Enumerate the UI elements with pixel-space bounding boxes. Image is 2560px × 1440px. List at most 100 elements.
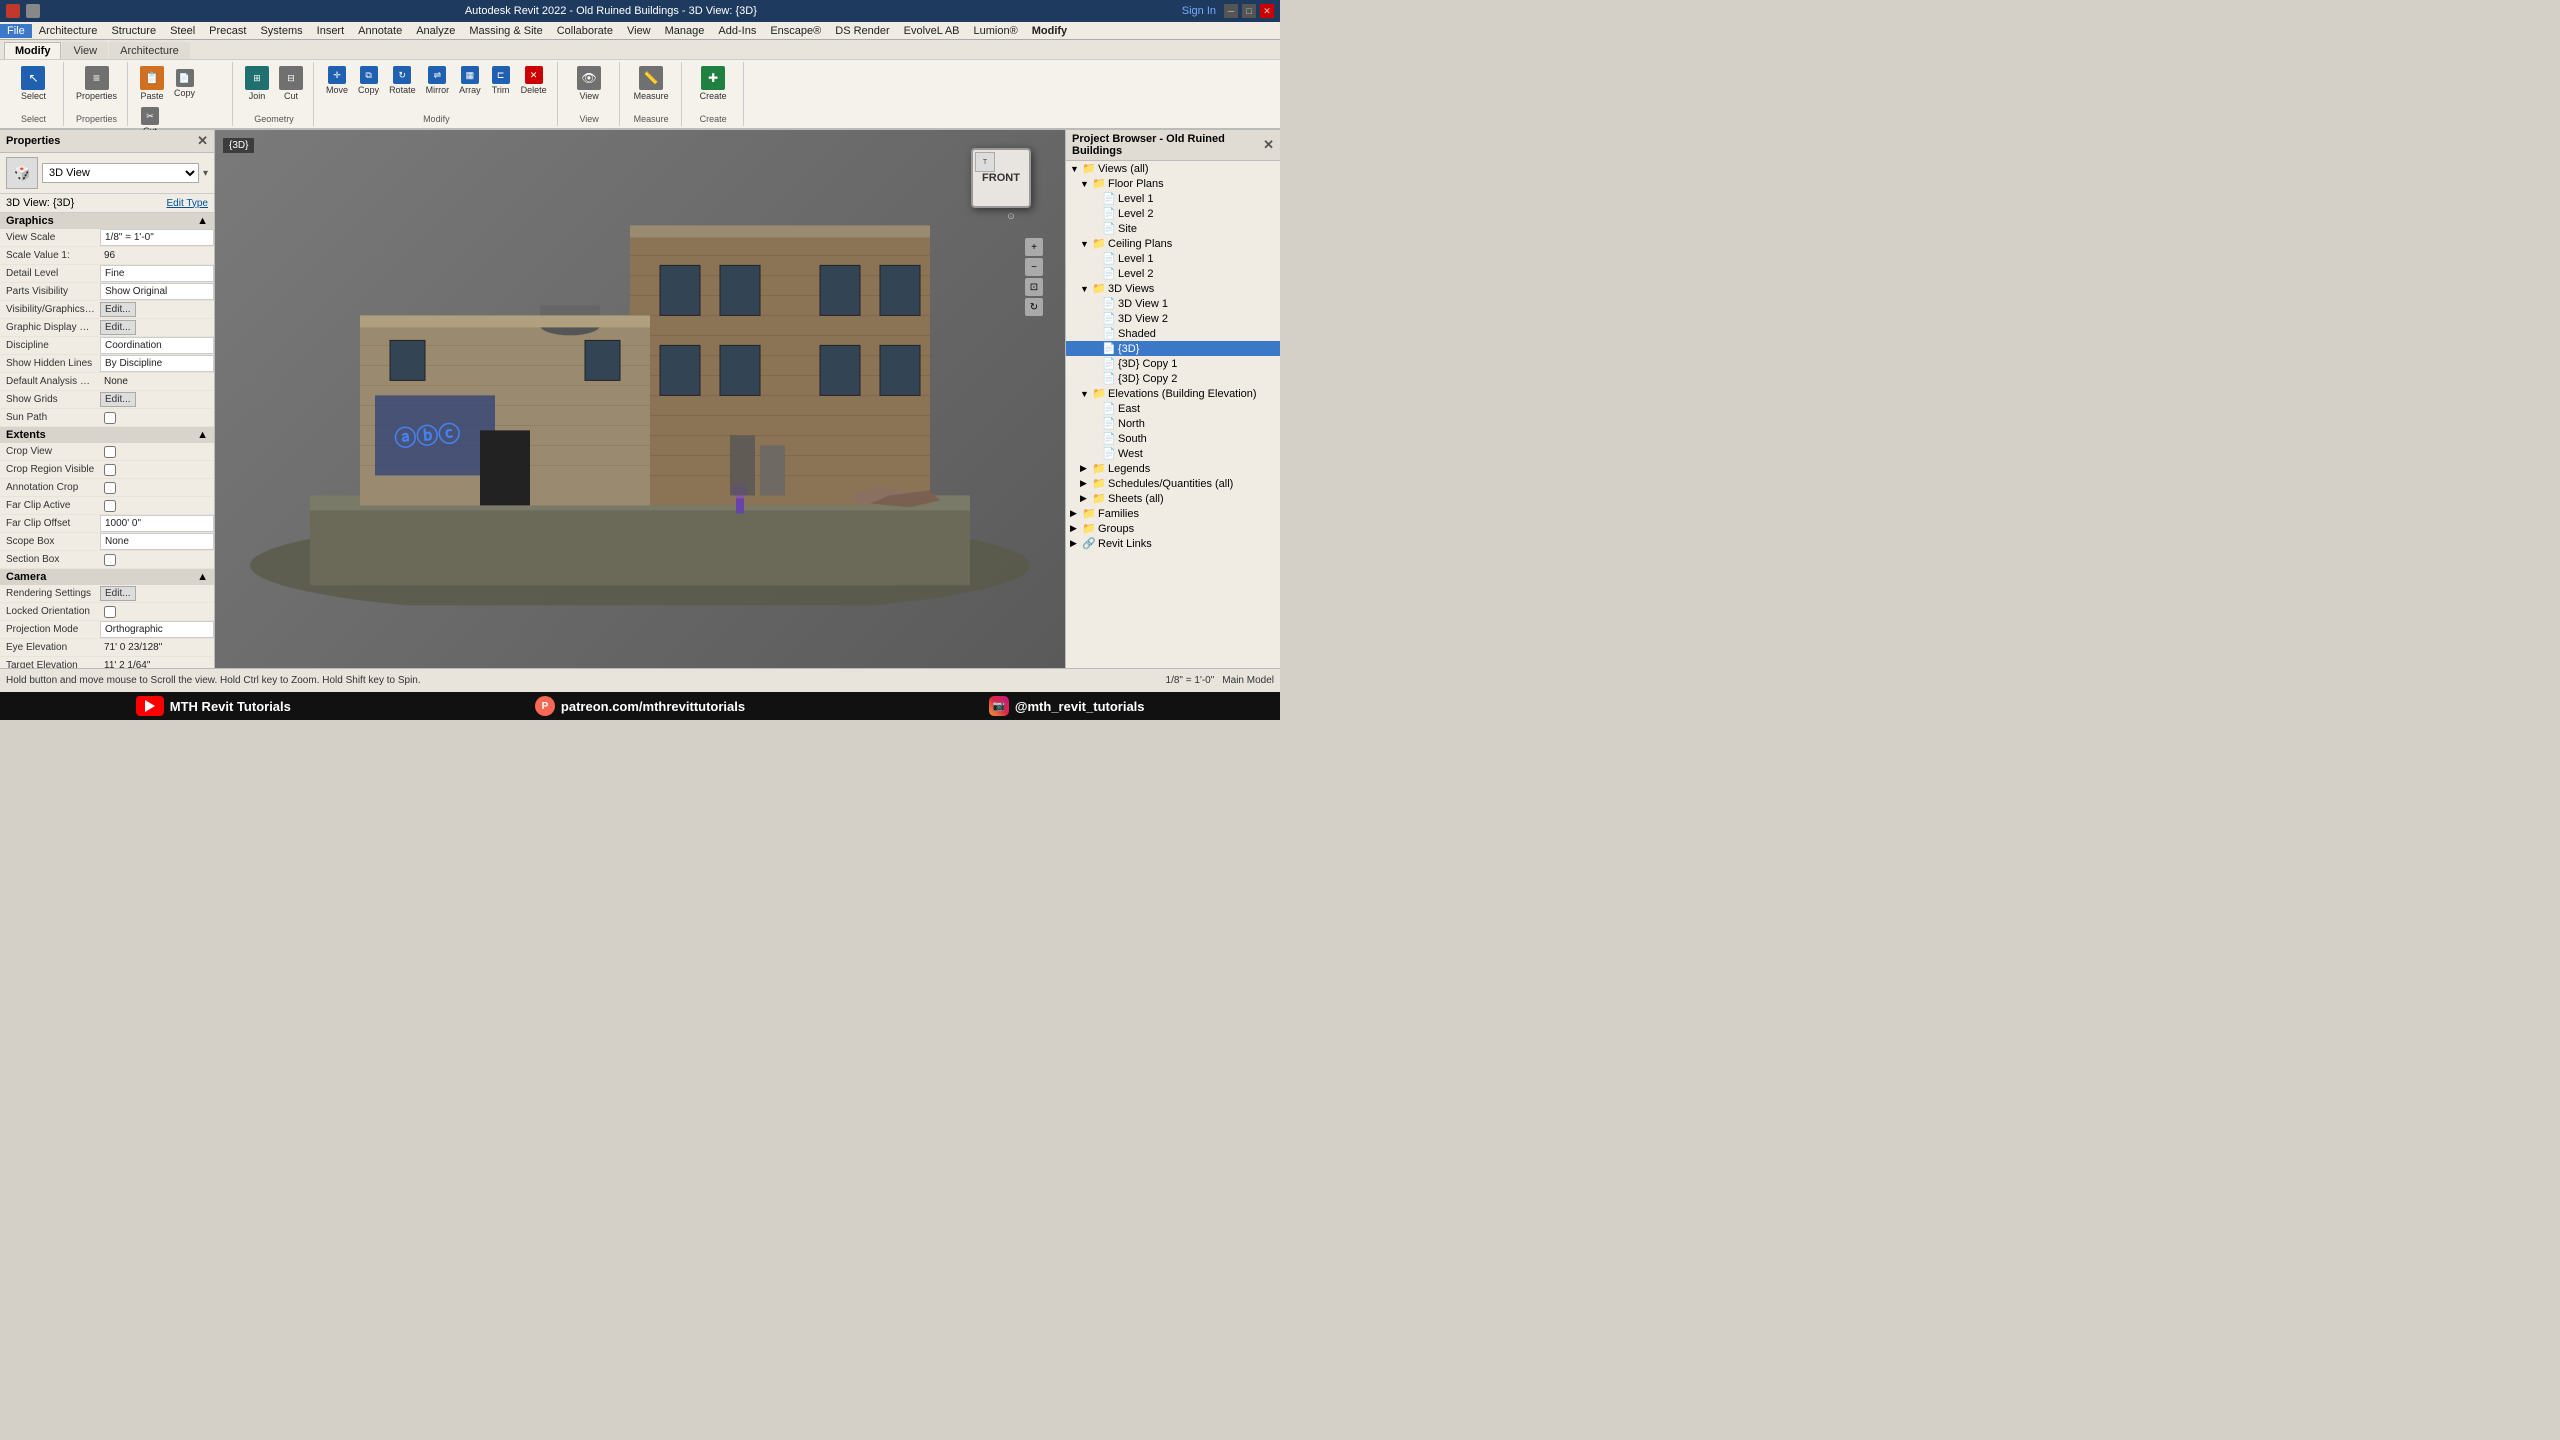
- zoom-out-button[interactable]: −: [1025, 258, 1043, 276]
- menu-structure[interactable]: Structure: [104, 24, 163, 38]
- menu-architecture[interactable]: Architecture: [32, 24, 105, 38]
- sun-path-checkbox[interactable]: [104, 412, 116, 424]
- zoom-fit-button[interactable]: ⊡: [1025, 278, 1043, 296]
- project-browser-close[interactable]: ✕: [1263, 137, 1274, 153]
- trim-button[interactable]: ⊏ Trim: [487, 64, 515, 97]
- paste-button[interactable]: 📋 Paste: [136, 64, 168, 103]
- minimize-button[interactable]: ─: [1224, 4, 1238, 18]
- join-button[interactable]: ⊞ Join: [241, 64, 273, 103]
- array-button[interactable]: ▦ Array: [455, 64, 485, 97]
- tree-item-elevations[interactable]: ▼ 📁 Elevations (Building Elevation): [1066, 386, 1280, 401]
- ribbon-content: ↖ Select Select ≡ Properties Properties …: [0, 60, 1280, 128]
- tree-item-south[interactable]: 📄 South: [1066, 431, 1280, 446]
- tree-item-3d-copy2[interactable]: 📄 {3D} Copy 2: [1066, 371, 1280, 386]
- viewport[interactable]: {3D}: [215, 130, 1065, 668]
- tab-architecture[interactable]: Architecture: [109, 42, 190, 59]
- tree-item-level2-floor[interactable]: 📄 Level 2: [1066, 206, 1280, 221]
- tree-item-3dview1[interactable]: 📄 3D View 1: [1066, 296, 1280, 311]
- measure-button[interactable]: 📏 Measure: [630, 64, 673, 103]
- copy-modify-button[interactable]: ⧉ Copy: [354, 64, 383, 97]
- tree-item-legends[interactable]: ▶ 📁 Legends: [1066, 461, 1280, 476]
- delete-button[interactable]: ✕ Delete: [517, 64, 551, 97]
- menu-annotate[interactable]: Annotate: [351, 24, 409, 38]
- graphic-display-edit-button[interactable]: Edit...: [100, 320, 136, 335]
- prop-visibility-graphics: Visibility/Graphics Ov... Edit...: [0, 301, 214, 319]
- maximize-button[interactable]: □: [1242, 4, 1256, 18]
- prop-hidden-lines: Show Hidden Lines By Discipline: [0, 355, 214, 373]
- tree-item-west[interactable]: 📄 West: [1066, 446, 1280, 461]
- menu-enscape[interactable]: Enscape®: [763, 24, 828, 38]
- tree-item-3d-copy1[interactable]: 📄 {3D} Copy 1: [1066, 356, 1280, 371]
- crop-region-visible-checkbox[interactable]: [104, 464, 116, 476]
- properties-ribbon-button[interactable]: ≡ Properties: [72, 64, 121, 103]
- menu-precast[interactable]: Precast: [202, 24, 253, 38]
- prop-scale-value: Scale Value 1: 96: [0, 247, 214, 265]
- tree-item-3dview2[interactable]: 📄 3D View 2: [1066, 311, 1280, 326]
- tree-item-schedules[interactable]: ▶ 📁 Schedules/Quantities (all): [1066, 476, 1280, 491]
- tree-item-3d-views[interactable]: ▼ 📁 3D Views: [1066, 281, 1280, 296]
- section-graphics[interactable]: Graphics ▲: [0, 213, 214, 229]
- tree-item-site[interactable]: 📄 Site: [1066, 221, 1280, 236]
- tree-item-families[interactable]: ▶ 📁 Families: [1066, 506, 1280, 521]
- create-button[interactable]: ✚ Create: [696, 64, 731, 103]
- menu-manage[interactable]: Manage: [658, 24, 712, 38]
- cut-geometry-button[interactable]: ⊟ Cut: [275, 64, 307, 103]
- annotation-crop-checkbox[interactable]: [104, 482, 116, 494]
- menu-steel[interactable]: Steel: [163, 24, 202, 38]
- view-ribbon-button[interactable]: 👁 View: [573, 64, 605, 103]
- edit-type-button[interactable]: Edit Type: [166, 198, 208, 209]
- properties-close-button[interactable]: ✕: [197, 133, 208, 149]
- close-button[interactable]: ✕: [1260, 4, 1274, 18]
- tree-item-shaded[interactable]: 📄 Shaded: [1066, 326, 1280, 341]
- crop-view-checkbox[interactable]: [104, 446, 116, 458]
- tree-item-ceiling-plans[interactable]: ▼ 📁 Ceiling Plans: [1066, 236, 1280, 251]
- tree-item-revit-links[interactable]: ▶ 🔗 Revit Links: [1066, 536, 1280, 551]
- sign-in-link[interactable]: Sign In: [1182, 5, 1216, 17]
- menu-file[interactable]: File: [0, 24, 32, 38]
- menu-dsrender[interactable]: DS Render: [828, 24, 896, 38]
- tree-item-3d-current[interactable]: 📄 {3D}: [1066, 341, 1280, 356]
- prop-crop-region-visible: Crop Region Visible: [0, 461, 214, 479]
- section-camera[interactable]: Camera ▲: [0, 569, 214, 585]
- menu-collaborate[interactable]: Collaborate: [550, 24, 620, 38]
- visibility-edit-button[interactable]: Edit...: [100, 302, 136, 317]
- prop-view-scale: View Scale 1/8" = 1'-0": [0, 229, 214, 247]
- far-clip-active-checkbox[interactable]: [104, 500, 116, 512]
- section-extents[interactable]: Extents ▲: [0, 427, 214, 443]
- mirror-button[interactable]: ⇌ Mirror: [422, 64, 454, 97]
- tree-item-sheets[interactable]: ▶ 📁 Sheets (all): [1066, 491, 1280, 506]
- tab-view[interactable]: View: [62, 42, 108, 59]
- rotate-button[interactable]: ↻ Rotate: [385, 64, 420, 97]
- tree-item-east[interactable]: 📄 East: [1066, 401, 1280, 416]
- menu-modify[interactable]: Modify: [1025, 24, 1074, 38]
- rendering-settings-edit-button[interactable]: Edit...: [100, 586, 136, 601]
- menu-evolvelab[interactable]: EvolveL AB: [897, 24, 967, 38]
- tree-item-north[interactable]: 📄 North: [1066, 416, 1280, 431]
- locked-orientation-checkbox[interactable]: [104, 606, 116, 618]
- tree-item-level1-ceiling[interactable]: 📄 Level 1: [1066, 251, 1280, 266]
- zoom-in-button[interactable]: +: [1025, 238, 1043, 256]
- tree-item-groups[interactable]: ▶ 📁 Groups: [1066, 521, 1280, 536]
- view-type-dropdown[interactable]: 3D View: [42, 163, 199, 183]
- menu-view[interactable]: View: [620, 24, 658, 38]
- show-grids-edit-button[interactable]: Edit...: [100, 392, 136, 407]
- tab-modify[interactable]: Modify: [4, 42, 61, 59]
- tree-item-level2-ceiling[interactable]: 📄 Level 2: [1066, 266, 1280, 281]
- menu-massing[interactable]: Massing & Site: [462, 24, 549, 38]
- youtube-channel-name: MTH Revit Tutorials: [170, 699, 291, 714]
- tree-item-views-all[interactable]: ▼ 📁 Views (all): [1066, 161, 1280, 176]
- move-button[interactable]: ✛ Move: [322, 64, 352, 97]
- prop-rendering-settings: Rendering Settings Edit...: [0, 585, 214, 603]
- menu-systems[interactable]: Systems: [253, 24, 309, 38]
- section-box-checkbox[interactable]: [104, 554, 116, 566]
- orbit-button[interactable]: ↻: [1025, 298, 1043, 316]
- menu-addins[interactable]: Add-Ins: [711, 24, 763, 38]
- menu-lumion[interactable]: Lumion®: [967, 24, 1025, 38]
- tree-item-floor-plans[interactable]: ▼ 📁 Floor Plans: [1066, 176, 1280, 191]
- select-button[interactable]: ↖ Select: [17, 64, 50, 103]
- view-type-arrow[interactable]: ▾: [203, 168, 208, 179]
- copy-button[interactable]: 📄 Copy: [170, 67, 199, 100]
- menu-analyze[interactable]: Analyze: [409, 24, 462, 38]
- menu-insert[interactable]: Insert: [310, 24, 352, 38]
- tree-item-level1-floor[interactable]: 📄 Level 1: [1066, 191, 1280, 206]
